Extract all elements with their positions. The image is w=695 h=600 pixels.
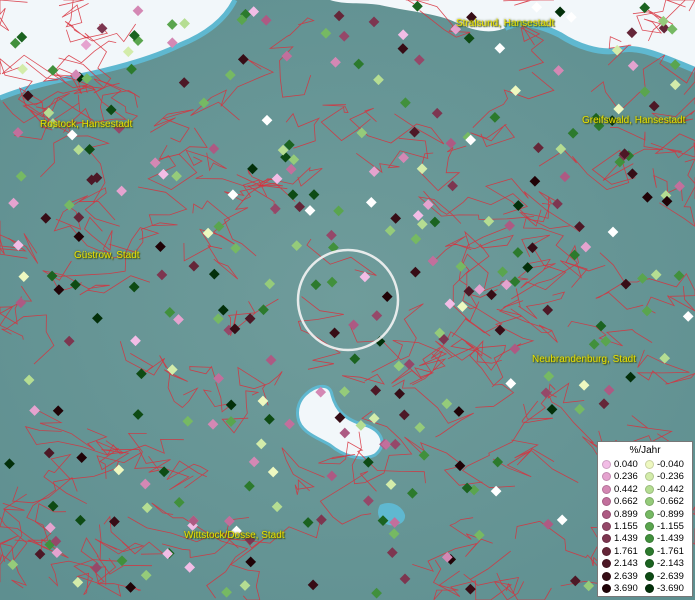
legend-swatch [602, 559, 611, 569]
legend-entry: -2.143 [645, 558, 684, 571]
legend-swatch [645, 509, 654, 519]
legend-label: 0.236 [614, 471, 638, 483]
legend-swatch [645, 459, 654, 469]
city-label: Neubrandenburg, Stadt [532, 354, 636, 365]
legend-entry: 1.439 [602, 533, 638, 546]
legend-swatch [645, 583, 654, 593]
legend-entry: -0.662 [645, 496, 684, 509]
legend-entry: 0.662 [602, 496, 638, 509]
legend-label: -0.662 [657, 496, 684, 508]
legend-label: -2.639 [657, 570, 684, 582]
city-label: Greifswald, Hansestadt [582, 115, 686, 126]
legend-swatch [602, 459, 611, 469]
legend-entry: 0.040 [602, 459, 638, 472]
legend-entry: -0.040 [645, 459, 684, 472]
legend-label: 0.899 [614, 508, 638, 520]
legend-entry: 0.899 [602, 509, 638, 522]
legend-label: 0.040 [614, 459, 638, 470]
legend-entry: 2.143 [602, 558, 638, 571]
legend-swatch [645, 534, 654, 544]
legend-entry: 2.639 [602, 571, 638, 584]
legend-swatch [602, 534, 611, 544]
legend-swatch [602, 521, 611, 531]
legend-entry: 0.236 [602, 471, 638, 484]
legend-label: 0.662 [614, 496, 638, 508]
legend-label: 3.690 [614, 583, 638, 594]
legend-label: -0.442 [657, 483, 684, 495]
legend-swatch [645, 497, 654, 507]
legend-label: 1.439 [614, 533, 638, 545]
legend-swatch [645, 559, 654, 569]
legend-label: -1.155 [657, 521, 684, 532]
legend-entry: -1.761 [645, 546, 684, 559]
legend-swatch [645, 472, 654, 482]
legend-label: -1.761 [657, 545, 684, 557]
legend-swatch [602, 509, 611, 519]
legend-entry: -0.236 [645, 471, 684, 484]
legend-title: %/Jahr [629, 445, 661, 456]
legend-label: 1.155 [614, 521, 638, 532]
legend-label: -0.899 [657, 508, 684, 520]
city-label: Güstrow, Stadt [74, 250, 140, 261]
legend-swatch [602, 583, 611, 593]
legend-label: -3.690 [657, 583, 684, 594]
city-label: Stralsund, Hansestadt [456, 18, 555, 29]
legend-swatch [602, 472, 611, 482]
legend-label: -0.236 [657, 471, 684, 483]
legend-entry: -0.899 [645, 509, 684, 522]
map-canvas[interactable] [0, 0, 695, 600]
legend-label: 2.639 [614, 570, 638, 582]
legend-entry: -0.442 [645, 484, 684, 497]
legend-label: 0.442 [614, 483, 638, 495]
legend-label: -1.439 [657, 533, 684, 545]
city-label: Rostock, Hansestadt [40, 119, 133, 130]
legend-entry: 1.155 [602, 521, 638, 534]
legend-swatch [645, 571, 654, 581]
legend-swatch [602, 497, 611, 507]
city-label: Wittstock/Dosse, Stadt [184, 530, 285, 541]
legend-entry: -2.639 [645, 571, 684, 584]
legend-entry: -3.690 [645, 583, 684, 596]
legend-entry: 1.761 [602, 546, 638, 559]
legend-swatch [602, 484, 611, 494]
legend-swatch [602, 571, 611, 581]
legend-label: 1.761 [614, 545, 638, 557]
legend-swatch [645, 546, 654, 556]
legend-swatch [602, 546, 611, 556]
legend-label: -2.143 [657, 558, 684, 570]
land-area [0, 0, 695, 600]
legend-swatch [645, 521, 654, 531]
legend-entry: 3.690 [602, 583, 638, 596]
legend-label: -0.040 [657, 459, 684, 470]
legend-label: 2.143 [614, 558, 638, 570]
legend: %/Jahr 0.040 -0.040 0.236 -0.236 0.442 -0.442… [597, 441, 693, 597]
legend-entry: -1.439 [645, 533, 684, 546]
legend-entry: -1.155 [645, 521, 684, 534]
legend-swatch [645, 484, 654, 494]
legend-entry: 0.442 [602, 484, 638, 497]
